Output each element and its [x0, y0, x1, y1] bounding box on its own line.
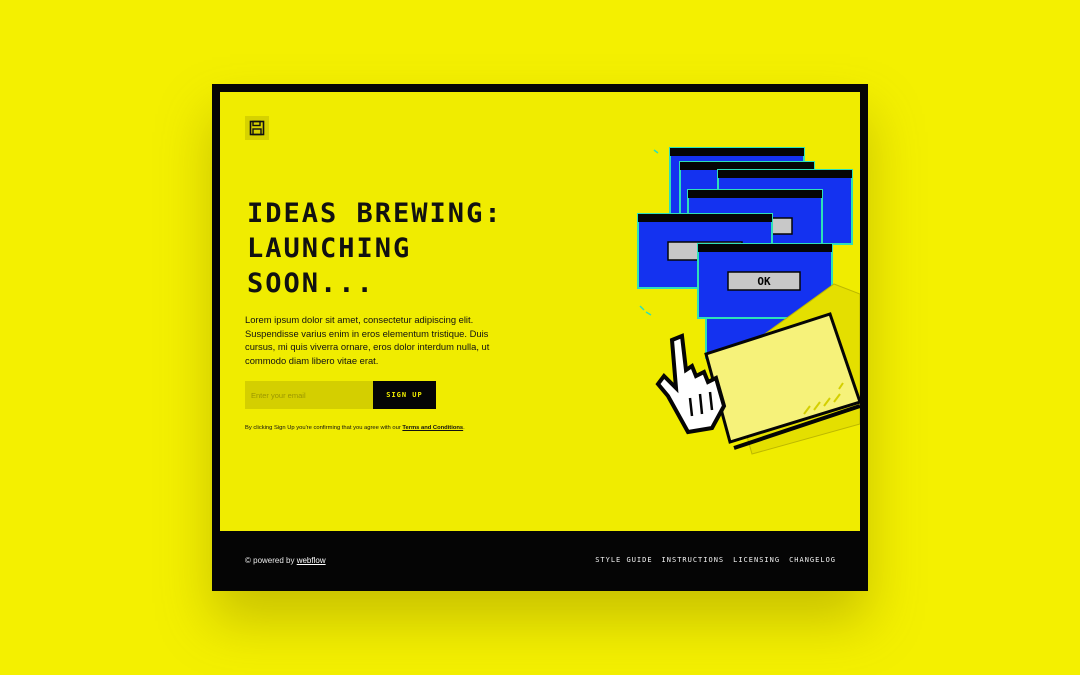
- terms-link[interactable]: Terms and Conditions: [402, 425, 463, 431]
- footer-link-style-guide[interactable]: STYLE GUIDE: [595, 556, 652, 564]
- headline-line-3: SOON...: [247, 268, 375, 299]
- hero-section: IDEAS BREWING: LAUNCHING SOON... Lorem i…: [220, 92, 860, 531]
- page-title: IDEAS BREWING: LAUNCHING SOON...: [247, 196, 567, 301]
- browser-frame: IDEAS BREWING: LAUNCHING SOON... Lorem i…: [212, 84, 868, 591]
- ok-label: OK: [757, 275, 771, 288]
- signup-disclaimer: By clicking Sign Up you're confirming th…: [245, 425, 465, 431]
- hero-description: Lorem ipsum dolor sit amet, consectetur …: [245, 314, 490, 366]
- email-input[interactable]: [245, 381, 373, 409]
- signup-form: SIGN UP: [245, 381, 436, 409]
- hero-illustration: OK: [637, 147, 860, 455]
- footer-link-licensing[interactable]: LICENSING: [733, 556, 780, 564]
- footer-link-changelog[interactable]: CHANGELOG: [789, 556, 836, 564]
- disclaimer-text: By clicking Sign Up you're confirming th…: [245, 425, 403, 431]
- webflow-link[interactable]: webflow: [297, 556, 326, 565]
- headline-line-2: LAUNCHING: [247, 233, 412, 264]
- sign-up-button[interactable]: SIGN UP: [373, 381, 436, 409]
- footer-link-instructions[interactable]: INSTRUCTIONS: [662, 556, 725, 564]
- headline-line-1: IDEAS BREWING:: [247, 198, 503, 229]
- powered-by-text: © powered by: [245, 556, 297, 565]
- disclaimer-suffix: .: [463, 425, 465, 431]
- powered-by: © powered by webflow: [245, 556, 326, 565]
- floppy-disk-icon[interactable]: [245, 116, 269, 140]
- footer-nav: STYLE GUIDE INSTRUCTIONS LICENSING CHANG…: [595, 556, 836, 564]
